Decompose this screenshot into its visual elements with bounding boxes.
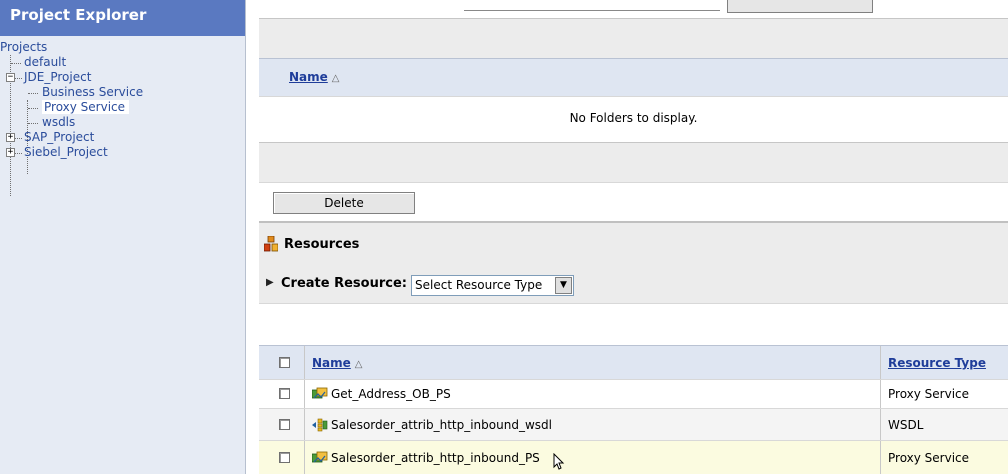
name-column-header[interactable]: Name △ <box>289 70 340 84</box>
sort-ascending-icon[interactable]: △ <box>355 359 363 370</box>
tree-item-label[interactable]: JDE_Project <box>24 70 91 84</box>
create-resource-row: ▶ Create Resource: Select Resource Type … <box>259 265 1008 303</box>
folders-footer-band <box>259 142 1008 182</box>
tree-item-label[interactable]: SAP_Project <box>24 130 94 144</box>
tree-item-label[interactable]: Proxy Service <box>42 100 130 114</box>
resource-type-cell: WSDL <box>888 418 924 432</box>
resource-name-cell[interactable]: Salesorder_attrib_http_inbound_wsdl <box>312 413 552 441</box>
name-sort-link[interactable]: Name <box>312 356 351 370</box>
resources-spacer <box>259 303 1008 345</box>
expand-icon[interactable]: + <box>6 148 15 157</box>
proxy-service-icon <box>311 385 328 410</box>
tree-root-projects[interactable]: Projects <box>0 40 245 55</box>
tree-item-default[interactable]: default <box>0 55 245 70</box>
folders-empty-row: No Folders to display. <box>259 96 1008 142</box>
mouse-cursor-icon <box>553 452 565 474</box>
sort-ascending-icon[interactable]: △ <box>332 73 340 84</box>
resources-section-header: Resources <box>259 221 1008 265</box>
tree-item-wsdls[interactable]: wsdls <box>0 115 245 130</box>
expand-triangle-icon[interactable]: ▶ <box>266 277 274 288</box>
delete-row: Delete <box>259 182 1008 221</box>
expand-icon[interactable]: + <box>6 133 15 142</box>
resources-title: Resources <box>284 237 360 252</box>
chevron-down-icon[interactable]: ▼ <box>555 277 572 294</box>
row-checkbox[interactable] <box>279 452 290 463</box>
projects-link[interactable]: Projects <box>0 40 47 54</box>
collapse-icon[interactable]: − <box>6 73 15 82</box>
tree-item-sap-project[interactable]: + SAP_Project <box>0 130 245 145</box>
toolbar-band <box>259 18 1008 58</box>
delete-button[interactable]: Delete <box>273 192 415 214</box>
wsdl-icon <box>312 416 328 441</box>
tree-item-label[interactable]: Siebel_Project <box>24 145 108 159</box>
name-column-header[interactable]: Name △ <box>312 356 363 370</box>
project-tree: Projects default − JDE_Project Business … <box>0 36 245 196</box>
select-all-checkbox[interactable] <box>279 357 290 368</box>
resource-type-cell: Proxy Service <box>888 451 970 465</box>
row-checkbox[interactable] <box>279 388 290 399</box>
folders-table-header: Name △ <box>259 58 1008 96</box>
name-sort-link[interactable]: Name <box>289 70 328 84</box>
project-explorer-panel: Project Explorer Projects default − JDE_… <box>0 0 246 474</box>
select-value: Select Resource Type <box>415 278 543 292</box>
proxy-service-icon <box>311 449 328 474</box>
tree-item-siebel-project[interactable]: + Siebel_Project <box>0 145 245 160</box>
search-area <box>259 0 1008 18</box>
tree-item-business-service[interactable]: Business Service <box>0 85 245 100</box>
resource-name[interactable]: Salesorder_attrib_http_inbound_PS <box>331 451 540 465</box>
main-content: Name △ No Folders to display. Delete Reso… <box>247 0 1008 474</box>
empty-message: No Folders to display. <box>569 111 698 125</box>
table-row: Salesorder_attrib_http_inbound_wsdl WSDL <box>259 408 1008 440</box>
tree-item-jde-project[interactable]: − JDE_Project <box>0 70 245 85</box>
row-checkbox[interactable] <box>279 419 290 430</box>
tree-item-label[interactable]: default <box>24 55 66 69</box>
resource-type-column-header[interactable]: Resource Type <box>888 356 986 370</box>
tree-item-label[interactable]: Business Service <box>42 85 143 99</box>
resource-type-select[interactable]: Select Resource Type ▼ <box>411 275 574 296</box>
search-input[interactable] <box>464 0 720 11</box>
resource-type-cell: Proxy Service <box>888 387 970 401</box>
table-row: Get_Address_OB_PS Proxy Service <box>259 379 1008 408</box>
table-row: Salesorder_attrib_http_inbound_PS Proxy … <box>259 440 1008 474</box>
panel-title: Project Explorer <box>0 0 245 36</box>
tree-item-proxy-service[interactable]: Proxy Service <box>0 100 245 115</box>
resource-name[interactable]: Get_Address_OB_PS <box>331 387 451 401</box>
search-button[interactable] <box>727 0 873 13</box>
tree-item-label[interactable]: wsdls <box>42 115 75 129</box>
resource-name[interactable]: Salesorder_attrib_http_inbound_wsdl <box>331 418 552 432</box>
resources-icon <box>263 235 279 255</box>
create-resource-label: Create Resource: <box>281 276 407 291</box>
resource-name-cell[interactable]: Get_Address_OB_PS <box>311 382 451 410</box>
resources-table-header: Name △ Resource Type <box>259 345 1008 379</box>
resource-name-cell[interactable]: Salesorder_attrib_http_inbound_PS <box>311 446 540 474</box>
